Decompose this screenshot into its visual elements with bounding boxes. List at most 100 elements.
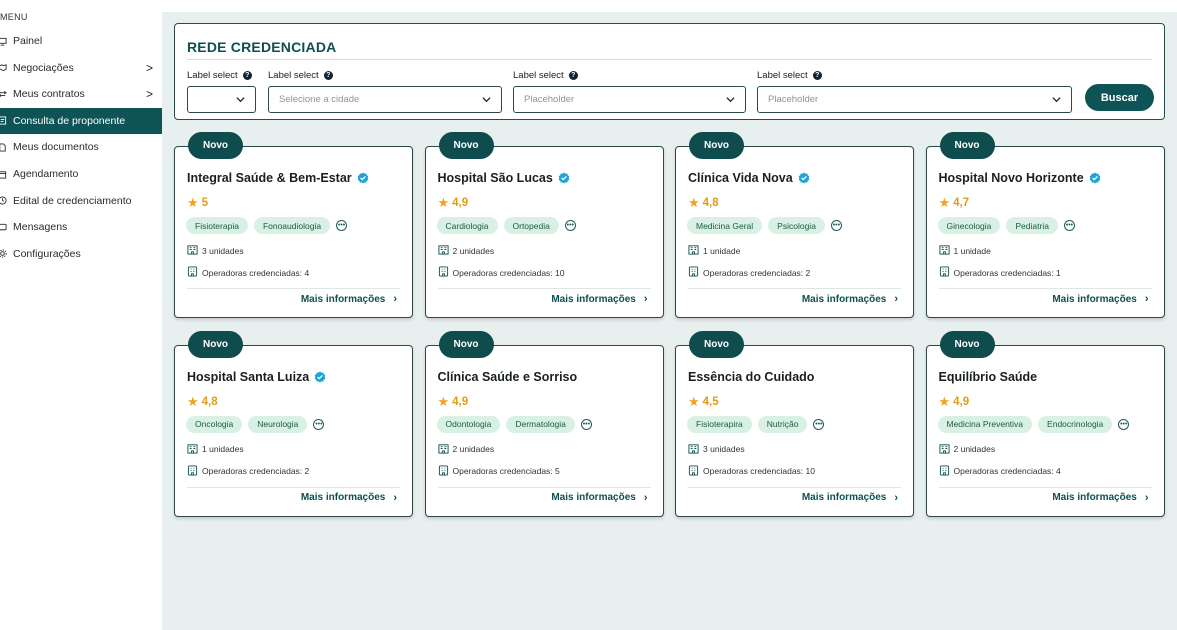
sidebar: MENU Painel Negociações > Meus contratos > Co… bbox=[0, 0, 162, 630]
divider bbox=[938, 486, 1152, 488]
divider bbox=[187, 59, 1152, 60]
operators-text: Operadoras credenciadas: 2 bbox=[703, 267, 811, 278]
more-info-link[interactable]: Mais informações › bbox=[1052, 492, 1148, 504]
rating-value: 4,7 bbox=[953, 197, 970, 209]
more-options-icon[interactable]: ••• bbox=[1063, 220, 1075, 231]
sidebar-item-6[interactable]: Edital de credenciamento bbox=[0, 188, 162, 214]
card-body: Clínica Vida Nova ★ 4,8 Medicina Geral Psico… bbox=[675, 146, 914, 318]
select-field-3[interactable]: Placeholder bbox=[513, 86, 746, 113]
more-info-label: Mais informações bbox=[551, 492, 636, 503]
operators-text: Operadoras credenciadas: 1 bbox=[953, 267, 1061, 278]
sidebar-item-label: Meus contratos bbox=[13, 88, 85, 101]
new-badge: Novo bbox=[689, 132, 744, 159]
verified-icon bbox=[558, 172, 570, 184]
specialty-tag: Ortopedia bbox=[503, 217, 559, 234]
help-icon[interactable]: ? bbox=[812, 71, 822, 80]
verified-icon bbox=[314, 371, 326, 383]
divider bbox=[938, 288, 1152, 289]
sidebar-item-7[interactable]: Mensagens bbox=[0, 214, 162, 240]
hospital-icon bbox=[187, 464, 202, 478]
provider-name: Essência do Cuidado bbox=[688, 370, 814, 384]
units-info: 2 unidades bbox=[938, 443, 995, 456]
more-info-link[interactable]: Mais informações › bbox=[551, 492, 647, 504]
sidebar-item-8[interactable]: Configurações bbox=[0, 241, 162, 267]
more-options-icon[interactable]: ••• bbox=[580, 418, 592, 430]
sidebar-item-label: Edital de credenciamento bbox=[13, 194, 132, 207]
sidebar-item-2[interactable]: Meus contratos > bbox=[0, 81, 162, 107]
divider bbox=[437, 288, 651, 289]
units-info: 1 unidade bbox=[938, 244, 991, 257]
more-info-label: Mais informações bbox=[551, 293, 636, 305]
sidebar-item-4[interactable]: Meus documentos bbox=[0, 134, 162, 160]
operators-text: Operadoras credenciadas: 10 bbox=[703, 466, 815, 476]
building-icon bbox=[187, 244, 202, 257]
building-icon bbox=[187, 443, 202, 456]
units-text: 3 unidades bbox=[202, 245, 244, 256]
more-info-link[interactable]: Mais informações › bbox=[301, 293, 397, 305]
provider-name: Hospital Novo Horizonte bbox=[939, 171, 1101, 185]
provider-name-text: Hospital Novo Horizonte bbox=[938, 171, 1084, 185]
specialty-tag: Dermatologia bbox=[506, 415, 575, 433]
more-options-icon[interactable]: ••• bbox=[1118, 418, 1130, 430]
more-options-icon[interactable]: ••• bbox=[830, 220, 842, 231]
operators-info: Operadoras credenciadas: 5 bbox=[438, 464, 560, 478]
units-text: 2 unidades bbox=[452, 245, 495, 256]
sidebar-item-0[interactable]: Painel bbox=[0, 28, 162, 54]
help-icon[interactable]: ? bbox=[323, 71, 333, 80]
specialty-tags: Odontologia Dermatologia ••• bbox=[436, 415, 592, 433]
card-body: Integral Saúde & Bem-Estar ★ 5 Fisioterapia… bbox=[174, 146, 413, 318]
select-city[interactable]: Selecione a cidade bbox=[268, 86, 502, 113]
star-icon: ★ bbox=[437, 393, 450, 409]
specialty-tag: Psicologia bbox=[768, 217, 825, 234]
more-info-link[interactable]: Mais informações › bbox=[551, 293, 647, 305]
sidebar-item-5[interactable]: Agendamento bbox=[0, 161, 162, 187]
more-info-label: Mais informações bbox=[801, 492, 887, 503]
specialty-tags: Medicina Preventiva Endocrinologia ••• bbox=[937, 415, 1130, 433]
select-state[interactable] bbox=[187, 86, 256, 113]
specialty-tag: Pediatria bbox=[1006, 217, 1058, 234]
divider bbox=[688, 486, 901, 488]
building-icon bbox=[688, 244, 703, 257]
divider bbox=[187, 288, 400, 289]
sidebar-item-1[interactable]: Negociações > bbox=[0, 55, 162, 81]
more-info-link[interactable]: Mais informações › bbox=[802, 492, 898, 504]
sidebar-item-3[interactable]: Consulta de proponente bbox=[0, 107, 162, 134]
operators-text: Operadoras credenciadas: 2 bbox=[202, 466, 310, 476]
more-info-link[interactable]: Mais informações › bbox=[301, 492, 397, 504]
select-field-4[interactable]: Placeholder bbox=[757, 86, 1072, 113]
sidebar-item-label: Configurações bbox=[13, 247, 81, 260]
rating-value: 4,8 bbox=[201, 395, 218, 408]
provider-card: Novo Clínica Vida Nova ★ 4,8 Medicina Geral P… bbox=[675, 132, 914, 318]
menu-title: MENU bbox=[0, 12, 28, 22]
more-options-icon[interactable]: ••• bbox=[336, 220, 348, 231]
rating-value: 4,5 bbox=[702, 395, 719, 408]
document-search-icon bbox=[0, 116, 7, 125]
chevron-right-icon: › bbox=[643, 491, 648, 504]
chevron-right-icon: › bbox=[1144, 491, 1149, 504]
field-label-2: Label select? bbox=[268, 70, 333, 81]
more-info-label: Mais informações bbox=[1052, 492, 1137, 503]
help-icon[interactable]: ? bbox=[568, 71, 578, 80]
units-text: 1 unidade bbox=[703, 245, 741, 256]
field-label-text: Label select bbox=[513, 70, 564, 81]
new-badge: Novo bbox=[188, 132, 243, 159]
search-button[interactable]: Buscar bbox=[1085, 84, 1154, 111]
select-value: Selecione a cidade bbox=[279, 94, 360, 105]
more-info-link[interactable]: Mais informações › bbox=[802, 293, 898, 305]
rating: ★ 4,9 bbox=[939, 394, 970, 410]
more-options-icon[interactable]: ••• bbox=[564, 220, 576, 231]
help-icon[interactable]: ? bbox=[242, 71, 252, 80]
more-options-icon[interactable]: ••• bbox=[813, 418, 825, 430]
operators-info: Operadoras credenciadas: 2 bbox=[187, 464, 310, 478]
card-body: Essência do Cuidado ★ 4,5 Fisioterapira Nutr… bbox=[675, 344, 914, 517]
more-info-link[interactable]: Mais informações › bbox=[1052, 293, 1148, 305]
hospital-icon bbox=[939, 266, 954, 279]
verified-icon bbox=[1089, 172, 1101, 184]
rating: ★ 4,7 bbox=[939, 195, 970, 211]
units-text: 1 unidades bbox=[202, 444, 244, 454]
units-info: 1 unidade bbox=[688, 244, 740, 257]
chevron-down-icon bbox=[482, 97, 491, 103]
operators-info: Operadoras credenciadas: 1 bbox=[939, 266, 1061, 279]
star-icon: ★ bbox=[437, 195, 450, 210]
more-options-icon[interactable]: ••• bbox=[313, 418, 325, 430]
